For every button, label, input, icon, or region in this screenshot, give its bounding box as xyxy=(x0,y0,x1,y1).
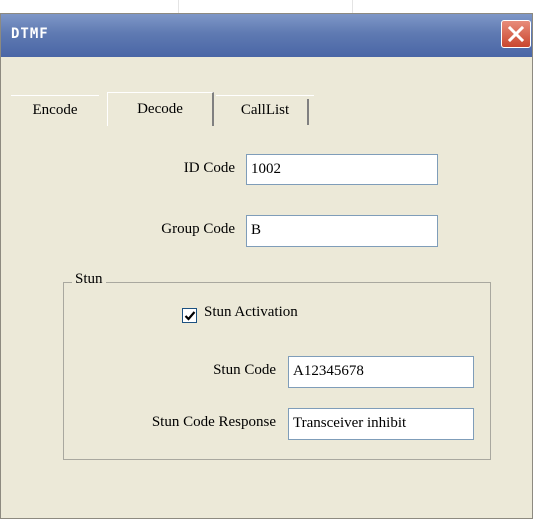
close-button[interactable] xyxy=(501,20,531,48)
tab-strip: Encode Decode CallList xyxy=(11,92,341,126)
dtmf-dialog: DTMF Encode Decode CallList ID Code 1002… xyxy=(0,13,533,519)
checkmark-icon xyxy=(184,311,196,321)
dialog-client-area: Encode Decode CallList ID Code 1002 Grou… xyxy=(1,57,532,518)
tab-encode-label: Encode xyxy=(32,102,78,118)
id-code-label: ID Code xyxy=(183,160,235,176)
tab-calllist-label: CallList xyxy=(240,102,290,118)
background-gridline xyxy=(178,0,179,13)
stun-groupbox: Stun Stun Activation Stun Code A12345678… xyxy=(63,271,491,460)
tab-decode-label: Decode xyxy=(137,101,183,117)
tab-calllist[interactable]: CallList xyxy=(216,95,314,125)
id-code-field[interactable]: 1002 xyxy=(246,154,438,185)
stun-activation-label[interactable]: Stun Activation xyxy=(204,304,298,321)
tab-divider xyxy=(307,99,309,125)
stun-code-field[interactable]: A12345678 xyxy=(288,356,474,388)
background-gridline xyxy=(352,0,353,13)
tab-decode[interactable]: Decode xyxy=(107,92,214,126)
close-icon xyxy=(507,25,525,43)
stun-activation-checkbox[interactable] xyxy=(182,308,197,323)
group-code-field[interactable]: B xyxy=(246,215,438,247)
tab-encode[interactable]: Encode xyxy=(11,95,99,125)
title-bar[interactable]: DTMF xyxy=(1,14,532,57)
stun-code-label: Stun Code xyxy=(213,362,276,378)
stun-groupbox-title: Stun xyxy=(72,271,106,288)
stun-code-response-label: Stun Code Response xyxy=(151,414,276,430)
window-title: DTMF xyxy=(11,26,49,42)
stun-code-response-field[interactable]: Transceiver inhibit xyxy=(288,408,474,440)
group-code-label: Group Code xyxy=(161,221,235,237)
